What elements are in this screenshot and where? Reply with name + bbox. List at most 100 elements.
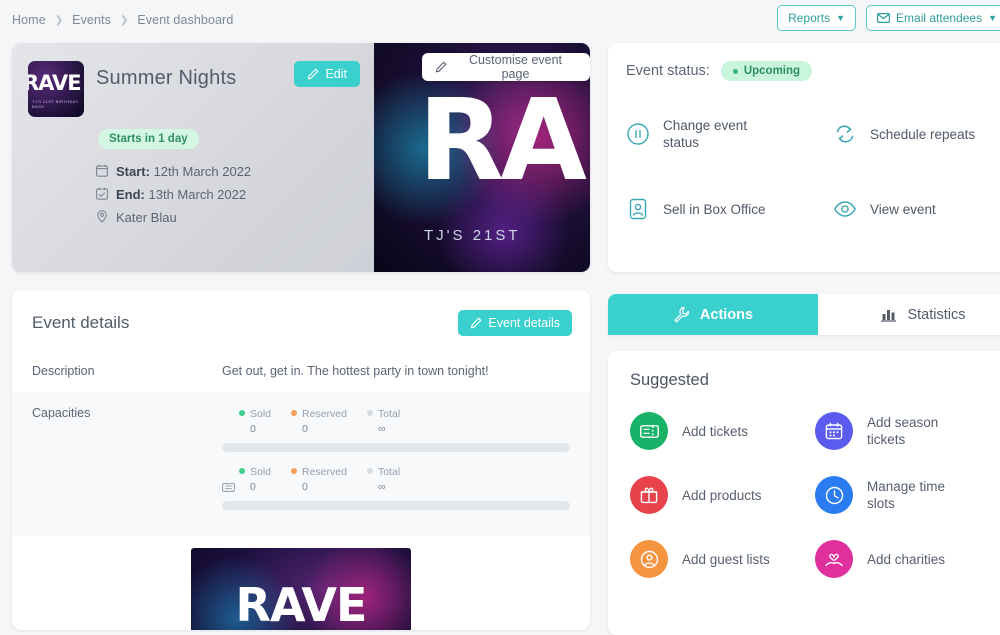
sell-in-box-office-label: Sell in Box Office xyxy=(663,201,766,217)
tab-statistics[interactable]: Statistics xyxy=(818,294,1000,335)
event-summary: RAVE TJ'S 21ST BIRTHDAY BASH Summer Nigh… xyxy=(12,43,374,272)
event-start-label: Start: xyxy=(116,164,150,179)
legend-text: Reserved 0 xyxy=(302,406,347,436)
suggested-add-season-tickets-label: Add season tickets xyxy=(867,415,939,447)
suggested-card: Suggested Add tickets Add season tickets… xyxy=(608,351,1000,635)
calendar-icon xyxy=(815,412,853,450)
event-thumbnail: RAVE TJ'S 21ST BIRTHDAY BASH xyxy=(28,61,84,117)
event-end-value: 13th March 2022 xyxy=(148,187,247,202)
top-actions: Reports ▼ Email attendees ▼ xyxy=(777,5,1000,31)
tab-actions-label: Actions xyxy=(699,306,754,323)
legend-key: Sold xyxy=(250,408,272,420)
capacity-legend-item: Reserved 0 xyxy=(291,464,347,494)
event-status-badge: Upcoming xyxy=(720,61,813,81)
legend-text: Sold 0 xyxy=(250,464,271,494)
view-event-action[interactable]: View event xyxy=(833,197,1000,221)
schedule-repeats-action[interactable]: Schedule repeats xyxy=(833,117,1000,151)
suggested-add-charities[interactable]: Add charities xyxy=(815,540,1000,578)
breadcrumb-item-home[interactable]: Home xyxy=(12,13,46,27)
breadcrumb-item-event-dashboard: Event dashboard xyxy=(137,13,234,27)
email-attendees-label: Email attendees xyxy=(896,11,983,25)
customise-event-page-button[interactable]: Customise event page xyxy=(422,53,590,81)
event-end-text: End: 13th March 2022 xyxy=(116,185,246,205)
legend-key: Reserved xyxy=(302,408,347,420)
suggested-add-guest-lists[interactable]: Add guest lists xyxy=(630,540,815,578)
capacity-progress-bar xyxy=(222,501,570,510)
bar-chart-icon xyxy=(880,307,897,322)
breadcrumb-separator-icon: ❯ xyxy=(119,14,129,26)
legend-value: 0 xyxy=(250,481,256,493)
capacity-row: Sold 0 Reserved 0 Total ∞ xyxy=(222,406,570,452)
suggested-title: Suggested xyxy=(630,371,709,389)
status-dot-icon xyxy=(732,68,738,74)
event-thumbnail-subtitle: TJ'S 21ST BIRTHDAY BASH xyxy=(32,99,79,109)
description-row: Description Get out, get in. The hottest… xyxy=(12,350,590,392)
suggested-add-guest-lists-label: Add guest lists xyxy=(682,551,770,567)
envelope-icon xyxy=(877,13,891,23)
event-start-value: 12th March 2022 xyxy=(153,164,252,179)
description-value: Get out, get in. The hottest party in to… xyxy=(222,364,489,378)
edit-button[interactable]: Edit xyxy=(294,61,360,87)
event-banner-image: RA TJ'S 21ST Customise event page xyxy=(374,43,590,272)
repeat-icon xyxy=(833,122,857,146)
event-details-button[interactable]: Event details xyxy=(458,310,572,336)
event-details-header: Event details Event details xyxy=(12,290,590,350)
reports-dropdown-button[interactable]: Reports ▼ xyxy=(777,5,857,31)
sell-in-box-office-action[interactable]: Sell in Box Office xyxy=(626,197,833,221)
change-event-status-action[interactable]: Change event status xyxy=(626,117,833,151)
legend-text: Total ∞ xyxy=(378,464,400,494)
legend-value: 0 xyxy=(302,481,308,493)
ticket-icon xyxy=(630,412,668,450)
panel-tabs: Actions Statistics xyxy=(608,294,1000,335)
event-end-label: End: xyxy=(116,187,145,202)
legend-text: Sold 0 xyxy=(250,406,271,436)
suggested-add-tickets-label: Add tickets xyxy=(682,423,749,439)
capacity-legend-item: Sold 0 xyxy=(239,406,271,436)
event-status-row: Event status: Upcoming xyxy=(626,61,1000,81)
pencil-icon xyxy=(435,61,447,73)
event-details-title: Event details xyxy=(32,313,130,332)
legend-value: 0 xyxy=(250,423,256,435)
event-hero-card: RAVE TJ'S 21ST BIRTHDAY BASH Summer Nigh… xyxy=(12,43,590,272)
event-status-badge-label: Upcoming xyxy=(743,65,801,77)
event-status-card: Event status: Upcoming Change event stat… xyxy=(608,43,1000,272)
pause-circle-icon xyxy=(626,122,650,146)
event-details-card: Event details Event details Description … xyxy=(12,290,590,630)
calendar-icon xyxy=(96,162,109,177)
tab-actions[interactable]: Actions xyxy=(608,294,818,335)
chevron-down-icon: ▼ xyxy=(988,13,997,23)
legend-dot-icon xyxy=(366,410,373,416)
breadcrumb-item-events[interactable]: Events xyxy=(72,13,111,27)
pencil-icon xyxy=(307,68,319,80)
legend-dot-icon xyxy=(291,410,298,416)
status-badge: Starts in 1 day xyxy=(98,129,199,149)
charity-heart-icon xyxy=(815,540,853,578)
legend-value: 0 xyxy=(302,423,308,435)
suggested-add-products-label: Add products xyxy=(682,487,762,503)
eye-icon xyxy=(833,197,857,221)
capacity-legend-item: Sold 0 xyxy=(239,464,271,494)
suggested-manage-time-slots[interactable]: Manage time slots xyxy=(815,476,1000,514)
legend-key: Reserved xyxy=(302,466,347,478)
reports-label: Reports xyxy=(788,11,831,25)
legend-dot-icon xyxy=(366,468,373,474)
capacity-legend-item: Reserved 0 xyxy=(291,406,347,436)
suggested-add-season-tickets[interactable]: Add season tickets xyxy=(815,412,1000,450)
schedule-repeats-label: Schedule repeats xyxy=(870,126,976,142)
event-location-value: Kater Blau xyxy=(116,210,177,225)
map-pin-icon xyxy=(96,208,109,223)
legend-key: Sold xyxy=(250,466,272,478)
legend-dot-icon xyxy=(291,468,298,474)
id-badge-icon xyxy=(626,197,650,221)
email-attendees-dropdown-button[interactable]: Email attendees ▼ xyxy=(866,5,1000,31)
event-location-row: Kater Blau xyxy=(96,208,360,228)
capacities-key: Capacities xyxy=(32,406,91,420)
breadcrumb-separator-icon: ❯ xyxy=(54,14,64,26)
clock-icon xyxy=(815,476,853,514)
capacities-list: Sold 0 Reserved 0 Total ∞ Sold 0 Reserve… xyxy=(222,406,570,522)
event-thumbnail-title: RAVE xyxy=(28,71,82,95)
suggested-add-tickets[interactable]: Add tickets xyxy=(630,412,815,450)
suggested-add-products[interactable]: Add products xyxy=(630,476,815,514)
wrench-icon xyxy=(673,306,690,323)
calendar-check-icon xyxy=(96,185,109,200)
